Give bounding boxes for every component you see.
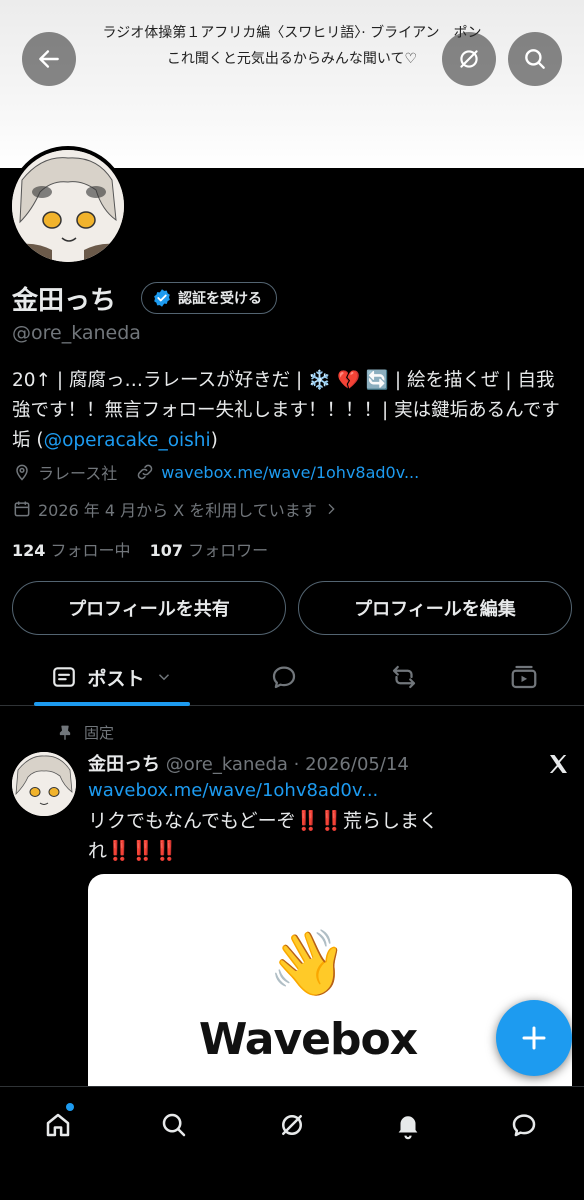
link-card-title: Wavebox — [198, 1014, 418, 1065]
followers-link[interactable]: 107 フォロワー — [150, 541, 269, 560]
notification-dot — [66, 1103, 74, 1111]
post-emoji: ‼️ — [154, 840, 179, 862]
profile-avatar[interactable] — [8, 146, 128, 266]
profile-joined-date: 2026 年 4 月から X を利用しています — [38, 501, 317, 520]
nav-messages[interactable] — [504, 1105, 544, 1145]
calendar-icon — [14, 501, 30, 517]
followers-count: 107 — [149, 541, 184, 560]
profile-location: ラレース社 — [38, 464, 118, 483]
active-tab-indicator — [34, 702, 190, 706]
followers-label: フォロワー — [188, 541, 269, 560]
tab-posts-label: ポスト — [87, 667, 145, 690]
post-header: 金田っち @ore_kaneda · 2026/05/14 — [88, 750, 409, 776]
get-verified-label: 認証を受ける — [178, 291, 262, 307]
post-text-part1: リクでもなんでもどーぞ — [88, 810, 296, 832]
banner-text-line1: ラジオ体操第１アフリカ編〈スワヒリ語〉· ブライアン ポン — [102, 25, 482, 41]
tab-replies[interactable] — [254, 648, 314, 706]
bell-icon — [398, 1116, 418, 1140]
get-verified-button[interactable]: 認証を受ける — [141, 282, 277, 314]
post-emoji: ‼️ — [319, 810, 344, 832]
tab-media[interactable] — [494, 648, 554, 706]
avatar-image — [12, 150, 124, 262]
verified-badge-icon — [154, 289, 170, 307]
compose-button[interactable] — [496, 1000, 572, 1076]
grok-button[interactable] — [442, 32, 496, 86]
banner-text-line2: これ聞くと元気出るからみんな聞いて♡ — [166, 51, 418, 67]
plus-icon — [522, 1026, 546, 1050]
bio-text-end: ) — [210, 430, 218, 451]
post-emoji: ‼️ — [295, 810, 320, 832]
location-icon — [16, 464, 28, 481]
grok-icon — [460, 50, 478, 68]
post-link[interactable]: wavebox.me/wave/1ohv8ad0v... — [88, 780, 378, 801]
link-icon — [137, 464, 153, 480]
search-button[interactable] — [508, 32, 562, 86]
x-logo-icon — [549, 755, 567, 773]
search-icon — [525, 49, 545, 69]
profile-meta-row: ラレース社 wavebox.me/wave/1ohv8ad0v... — [12, 460, 419, 484]
post-emoji: ‼️ — [107, 840, 131, 862]
post-author-avatar[interactable] — [12, 752, 76, 816]
follow-stats: 124 フォロー中 107 フォロワー — [12, 537, 268, 561]
pinned-label: 固定 — [84, 724, 115, 742]
grok-icon — [282, 1115, 302, 1135]
home-icon — [46, 1113, 70, 1137]
pin-icon — [59, 725, 71, 740]
following-link[interactable]: 124 フォロー中 — [12, 541, 131, 560]
repost-icon — [392, 665, 416, 689]
share-profile-button[interactable]: プロフィールを共有 — [12, 581, 286, 635]
pinned-indicator: 固定 — [56, 722, 114, 743]
edit-profile-button[interactable]: プロフィールを編集 — [298, 581, 572, 635]
reply-icon — [272, 666, 296, 689]
post-author-meta: @ore_kaneda · 2026/05/14 — [165, 754, 409, 775]
nav-search[interactable] — [154, 1105, 194, 1145]
posts-icon — [53, 667, 76, 687]
following-label: フォロー中 — [50, 541, 131, 560]
post-emoji: ‼️ — [130, 840, 155, 862]
following-count: 124 — [12, 541, 46, 560]
tab-posts[interactable]: ポスト — [34, 648, 190, 706]
profile-name: 金田っち — [12, 286, 117, 316]
profile-bio: 20↑ | 腐腐っ…ラレースが好きだ | ❄️ 💔 🔄 | 絵を描くぜ | 自我… — [12, 366, 572, 456]
waving-hand-emoji: 👋 — [268, 927, 348, 1001]
back-button[interactable] — [22, 32, 76, 86]
profile-banner[interactable]: ラジオ体操第１アフリカ編〈スワヒリ語〉· ブライアン ポン これ聞くと元気出るか… — [0, 0, 584, 168]
nav-home[interactable] — [38, 1105, 78, 1145]
nav-notifications[interactable] — [388, 1105, 428, 1145]
post-author-name[interactable]: 金田っち — [88, 754, 160, 775]
profile-website-link[interactable]: wavebox.me/wave/1ohv8ad0v... — [161, 463, 419, 482]
bottom-navigation — [0, 1086, 584, 1200]
profile-handle: @ore_kaneda — [12, 322, 141, 344]
profile-joined-row[interactable]: 2026 年 4 月から X を利用しています — [12, 497, 339, 521]
nav-grok[interactable] — [272, 1105, 312, 1145]
bio-mention-link[interactable]: @operacake_oishi — [44, 430, 211, 451]
media-icon — [511, 665, 537, 689]
chat-icon — [512, 1114, 536, 1137]
chevron-down-icon — [158, 674, 169, 681]
post-text: リクでもなんでもどーぞ‼️‼️荒らしまくれ‼️‼️‼️ — [88, 806, 488, 866]
search-icon — [162, 1113, 186, 1137]
arrow-left-icon — [39, 50, 59, 68]
link-card[interactable]: 👋 Wavebox — [88, 874, 572, 1114]
profile-tabs: ポスト — [0, 648, 584, 706]
chevron-right-icon — [328, 503, 335, 515]
tab-reposts[interactable] — [374, 648, 434, 706]
